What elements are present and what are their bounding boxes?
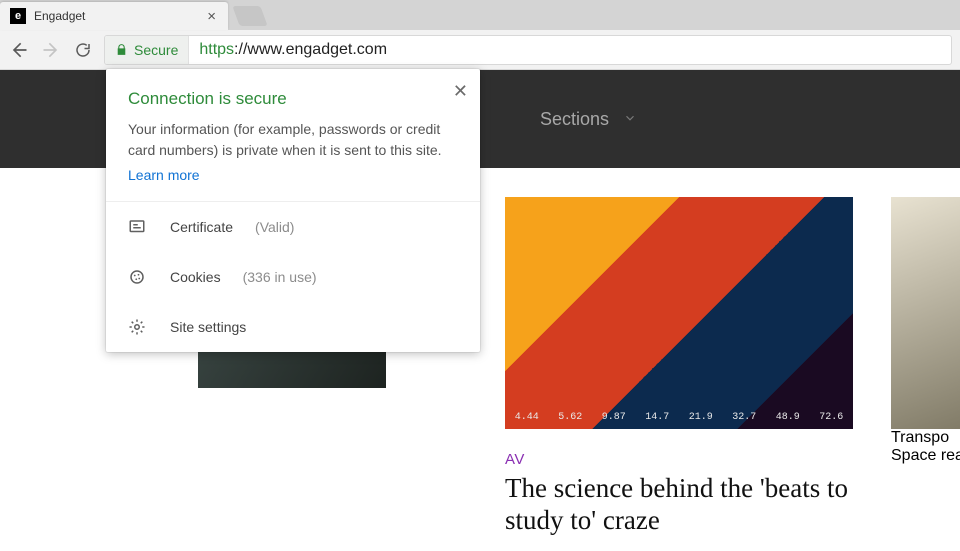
article-category[interactable]: AV [505,451,853,468]
certificate-status: (Valid) [255,219,294,235]
arrow-right-icon [41,40,61,60]
url-scheme: https [199,41,234,58]
tick: 14.7 [645,412,669,423]
article-headline[interactable]: Space reach [891,447,960,465]
arrow-left-icon [9,40,29,60]
reload-icon [74,41,92,59]
cookie-icon [128,268,148,286]
new-tab-button[interactable] [232,6,267,26]
tab-close-button[interactable]: × [205,8,218,25]
site-security-popover: ✕ Connection is secure Your information … [106,69,480,352]
article-cards: 4.44 5.62 9.87 14.7 21.9 32.7 48.9 72.6 … [505,197,960,537]
url-rest: ://www.engadget.com [234,41,387,58]
sections-menu[interactable]: Sections [540,109,609,130]
hero-tick-bar: 4.44 5.62 9.87 14.7 21.9 32.7 48.9 72.6 [505,412,853,423]
tab-favicon: e [10,8,26,24]
chevron-down-icon [623,109,637,130]
tick: 72.6 [819,412,843,423]
browser-toolbar: Secure https://www.engadget.com [0,30,960,70]
tick: 32.7 [732,412,756,423]
article-hero-image: 4.44 5.62 9.87 14.7 21.9 32.7 48.9 72.6 [505,197,853,429]
tick: 48.9 [776,412,800,423]
lock-icon [115,43,128,56]
back-button[interactable] [8,39,30,61]
popover-close-button[interactable]: ✕ [453,81,468,102]
tick: 9.87 [602,412,626,423]
url-text: https://www.engadget.com [189,41,397,59]
browser-tab[interactable]: e Engadget × [0,2,228,30]
popover-header: ✕ Connection is secure Your information … [106,69,480,202]
cookies-row[interactable]: Cookies (336 in use) [106,252,480,302]
address-bar[interactable]: Secure https://www.engadget.com [104,35,952,65]
site-settings-label: Site settings [170,319,246,335]
article-card-1[interactable]: 4.44 5.62 9.87 14.7 21.9 32.7 48.9 72.6 … [505,197,853,537]
secure-label: Secure [134,42,178,58]
tick: 4.44 [515,412,539,423]
learn-more-link[interactable]: Learn more [128,167,200,183]
site-settings-row[interactable]: Site settings [106,302,480,352]
gear-icon [128,318,148,336]
article-category[interactable]: Transpo [891,429,960,447]
certificate-icon [128,218,148,236]
article-headline[interactable]: The science behind the 'beats to study t… [505,472,853,537]
tick: 5.62 [558,412,582,423]
tab-title: Engadget [34,9,205,23]
certificate-label: Certificate [170,219,233,235]
cookies-label: Cookies [170,269,221,285]
certificate-row[interactable]: Certificate (Valid) [106,202,480,252]
article-card-2[interactable]: Transpo Space reach [891,197,960,537]
security-chip[interactable]: Secure [105,36,189,64]
forward-button[interactable] [40,39,62,61]
tick: 21.9 [689,412,713,423]
cookies-count: (336 in use) [243,269,317,285]
article-hero-image [891,197,960,429]
reload-button[interactable] [72,39,94,61]
popover-description: Your information (for example, passwords… [128,119,458,161]
popover-title: Connection is secure [128,89,458,109]
tab-strip: e Engadget × [0,0,960,30]
